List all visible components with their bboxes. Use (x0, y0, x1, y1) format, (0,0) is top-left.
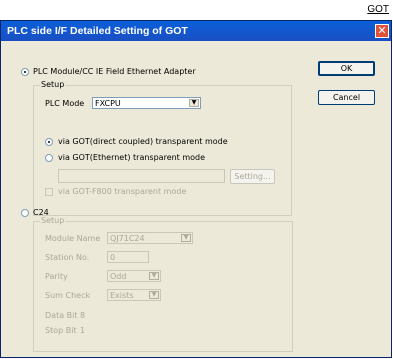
ethernet-adapter-radio[interactable] (21, 68, 29, 76)
chevron-down-icon: ▼ (189, 99, 199, 107)
got-badge: GOT (367, 4, 389, 15)
data-bit-value: 8 (80, 311, 86, 320)
cancel-button[interactable]: Cancel (318, 90, 375, 105)
plc-mode-label: PLC Mode (45, 99, 85, 108)
station-no-value: 0 (110, 253, 116, 262)
ethernet-setup-title: Setup (40, 80, 66, 89)
sum-check-select[interactable]: Exists ▼ (107, 289, 161, 301)
sum-check-value: Exists (110, 291, 134, 300)
chevron-down-icon: ▼ (149, 291, 159, 299)
via-ethernet-label: via GOT(Ethernet) transparent mode (58, 153, 206, 162)
station-no-input[interactable]: 0 (107, 251, 149, 263)
plc-mode-select[interactable]: FXCPU ▼ (92, 97, 201, 109)
ethernet-adapter-label: PLC Module/CC IE Field Ethernet Adapter (33, 67, 196, 76)
chevron-down-icon: ▼ (181, 234, 191, 242)
via-ethernet-radio[interactable] (45, 154, 53, 162)
station-no-label: Station No. (45, 253, 90, 262)
via-f800-label: via GOT-F800 transparent mode (58, 187, 187, 196)
close-icon[interactable]: ✕ (375, 24, 389, 38)
module-name-select[interactable]: QJ71C24 ▼ (107, 232, 193, 244)
setting-button[interactable]: Setting... (230, 169, 275, 184)
sum-check-label: Sum Check (45, 291, 91, 300)
data-bit-label: Data Bit (45, 311, 78, 320)
dialog-title: PLC side I/F Detailed Setting of GOT (1, 21, 391, 41)
via-f800-checkbox[interactable] (45, 188, 53, 196)
c24-radio[interactable] (21, 209, 29, 217)
parity-label: Parity (45, 272, 68, 281)
parity-value: Odd (110, 272, 127, 281)
stop-bit-value: 1 (80, 326, 86, 335)
parity-select[interactable]: Odd ▼ (107, 270, 161, 282)
stop-bit-label: Stop Bit (45, 326, 77, 335)
module-name-value: QJ71C24 (110, 234, 145, 243)
via-direct-label: via GOT(direct coupled) transparent mode (58, 137, 228, 146)
chevron-down-icon: ▼ (149, 272, 159, 280)
ok-button[interactable]: OK (318, 61, 375, 76)
module-name-label: Module Name (45, 234, 101, 243)
ethernet-address-input[interactable] (58, 169, 225, 183)
plc-mode-value: FXCPU (95, 99, 121, 108)
c24-setup-title: Setup (40, 216, 66, 225)
via-direct-radio[interactable] (45, 138, 53, 146)
detailed-setting-dialog: PLC side I/F Detailed Setting of GOT ✕ P… (0, 20, 392, 358)
